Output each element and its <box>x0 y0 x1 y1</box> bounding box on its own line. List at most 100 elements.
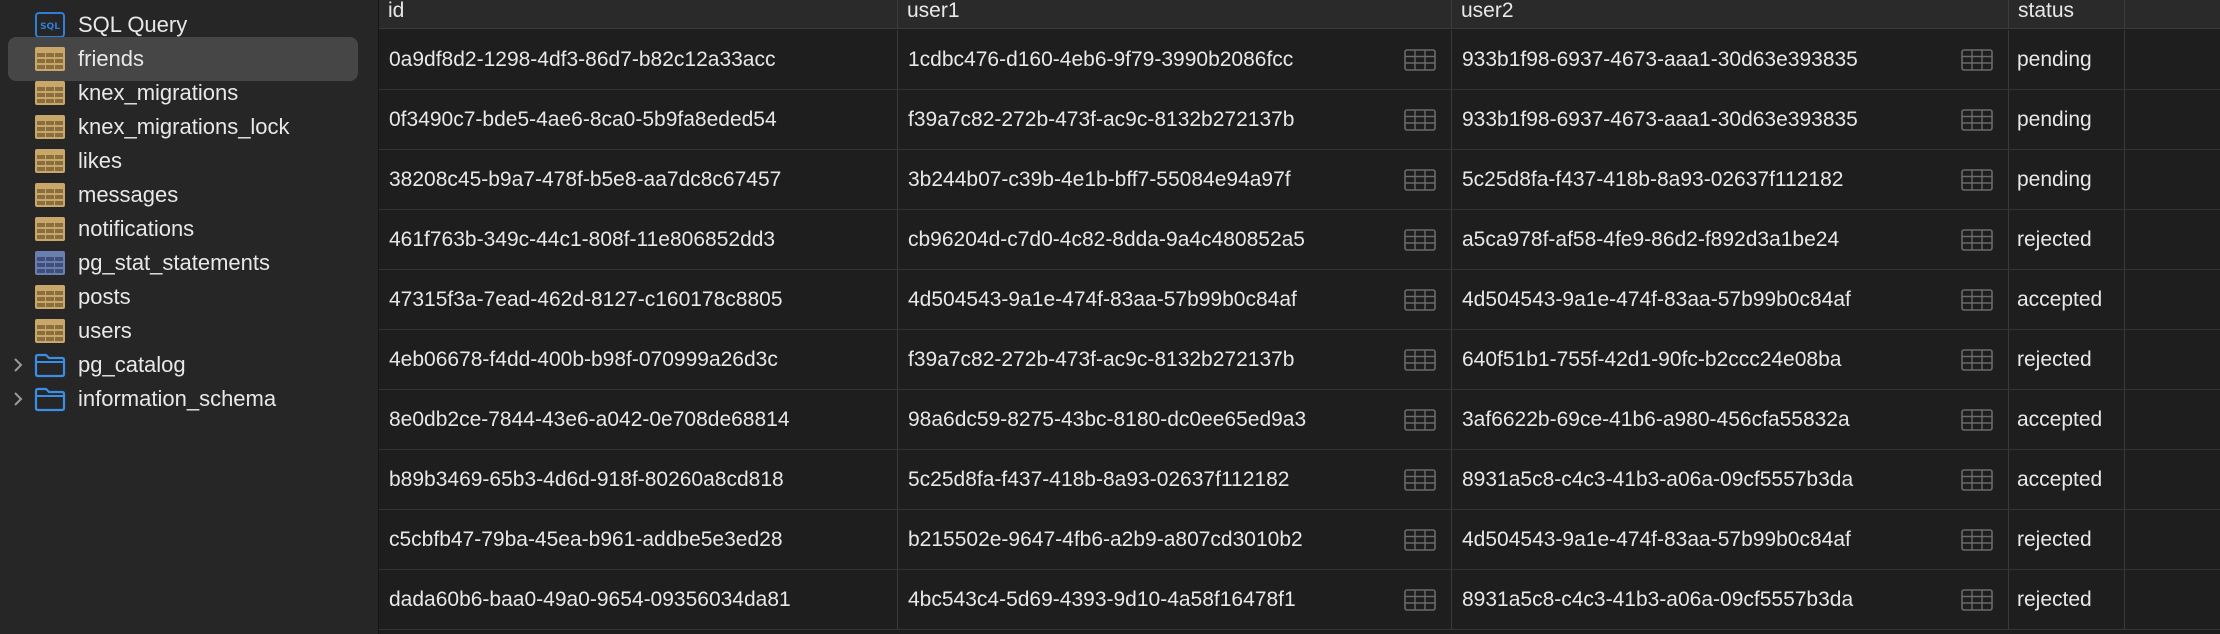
cell-user2[interactable]: 640f51b1-755f-42d1-90fc-b2ccc24e08ba <box>1452 330 2009 389</box>
cell-user2[interactable]: 4d504543-9a1e-474f-83aa-57b99b0c84af <box>1452 510 2009 569</box>
cell-user1[interactable]: 3b244b07-c39b-4e1b-bff7-55084e94a97f <box>898 150 1452 209</box>
cell-user2[interactable]: 4d504543-9a1e-474f-83aa-57b99b0c84af <box>1452 270 2009 329</box>
cell-id[interactable]: 38208c45-b9a7-478f-b5e8-aa7dc8c67457 <box>379 150 898 209</box>
cell-status[interactable]: accepted <box>2009 450 2125 509</box>
cell-id[interactable]: dada60b6-baa0-49a0-9654-09356034da81 <box>379 570 898 629</box>
chevron-right-icon[interactable] <box>10 389 26 409</box>
cell-status[interactable]: rejected <box>2009 330 2125 389</box>
foreign-key-table-icon[interactable] <box>1961 289 1993 311</box>
cell-value: 640f51b1-755f-42d1-90fc-b2ccc24e08ba <box>1462 348 1842 371</box>
cell-user1[interactable]: f39a7c82-272b-473f-ac9c-8132b272137b <box>898 90 1452 149</box>
cell-status[interactable]: pending <box>2009 150 2125 209</box>
table-row[interactable]: 47315f3a-7ead-462d-8127-c160178c8805 4d50… <box>379 270 2220 330</box>
cell-user2[interactable]: 3af6622b-69ce-41b6-a980-456cfa55832a <box>1452 390 2009 449</box>
cell-user1[interactable]: 98a6dc59-8275-43bc-8180-dc0ee65ed9a3 <box>898 390 1452 449</box>
cell-id[interactable]: 47315f3a-7ead-462d-8127-c160178c8805 <box>379 270 898 329</box>
cell-id[interactable]: 0a9df8d2-1298-4df3-86d7-b82c12a33acc <box>379 30 898 89</box>
foreign-key-table-icon[interactable] <box>1961 49 1993 71</box>
foreign-key-table-icon[interactable] <box>1961 589 1993 611</box>
status-value: pending <box>2017 108 2092 131</box>
foreign-key-table-icon[interactable] <box>1961 109 1993 131</box>
foreign-key-table-icon[interactable] <box>1961 229 1993 251</box>
cell-id[interactable]: 8e0db2ce-7844-43e6-a042-0e708de68814 <box>379 390 898 449</box>
cell-user1[interactable]: cb96204d-c7d0-4c82-8dda-9a4c480852a5 <box>898 210 1452 269</box>
cell-user2[interactable]: 933b1f98-6937-4673-aaa1-30d63e393835 <box>1452 90 2009 149</box>
cell-status[interactable]: rejected <box>2009 570 2125 629</box>
cell-user2[interactable]: 8931a5c8-c4c3-41b3-a06a-09cf5557b3da <box>1452 570 2009 629</box>
foreign-key-table-icon[interactable] <box>1404 49 1436 71</box>
cell-id[interactable]: c5cbfb47-79ba-45ea-b961-addbe5e3ed28 <box>379 510 898 569</box>
status-value: accepted <box>2017 288 2103 311</box>
status-value: accepted <box>2017 468 2103 491</box>
cell-user1[interactable]: b215502e-9647-4fb6-a2b9-a807cd3010b2 <box>898 510 1452 569</box>
cell-id[interactable]: 461f763b-349c-44c1-808f-11e806852dd3 <box>379 210 898 269</box>
cell-user1[interactable]: 4bc543c4-5d69-4393-9d10-4a58f16478f1 <box>898 570 1452 629</box>
cell-value: f39a7c82-272b-473f-ac9c-8132b272137b <box>908 108 1295 131</box>
cell-value: 1cdbc476-d160-4eb6-9f79-3990b2086fcc <box>908 48 1294 71</box>
cell-user2[interactable]: a5ca978f-af58-4fe9-86d2-f892d3a1be24 <box>1452 210 2009 269</box>
cell-user1[interactable]: 4d504543-9a1e-474f-83aa-57b99b0c84af <box>898 270 1452 329</box>
cell-user1[interactable]: 1cdbc476-d160-4eb6-9f79-3990b2086fcc <box>898 30 1452 89</box>
chevron-right-icon[interactable] <box>10 355 26 375</box>
cell-status[interactable]: rejected <box>2009 210 2125 269</box>
foreign-key-table-icon[interactable] <box>1404 349 1436 371</box>
cell-id[interactable]: b89b3469-65b3-4d6d-918f-80260a8cd818 <box>379 450 898 509</box>
cell-user1[interactable]: f39a7c82-272b-473f-ac9c-8132b272137b <box>898 330 1452 389</box>
table-icon <box>34 284 66 310</box>
table-row[interactable]: 4eb06678-f4dd-400b-b98f-070999a26d3c f39a… <box>379 330 2220 390</box>
table-icon <box>34 114 66 140</box>
table-row[interactable]: 38208c45-b9a7-478f-b5e8-aa7dc8c67457 3b24… <box>379 150 2220 210</box>
foreign-key-table-icon[interactable] <box>1961 529 1993 551</box>
foreign-key-table-icon[interactable] <box>1404 589 1436 611</box>
cell-status[interactable]: accepted <box>2009 270 2125 329</box>
foreign-key-table-icon[interactable] <box>1404 289 1436 311</box>
cell-value: 38208c45-b9a7-478f-b5e8-aa7dc8c67457 <box>389 168 782 191</box>
cell-value: 4d504543-9a1e-474f-83aa-57b99b0c84af <box>1462 528 1851 551</box>
foreign-key-table-icon[interactable] <box>1404 229 1436 251</box>
cell-user2[interactable]: 933b1f98-6937-4673-aaa1-30d63e393835 <box>1452 30 2009 89</box>
column-header-status[interactable]: status <box>2009 0 2125 28</box>
cell-value: c5cbfb47-79ba-45ea-b961-addbe5e3ed28 <box>389 528 783 551</box>
foreign-key-table-icon[interactable] <box>1404 109 1436 131</box>
table-row[interactable]: b89b3469-65b3-4d6d-918f-80260a8cd818 5c25… <box>379 450 2220 510</box>
table-header: id user1 user2 status <box>379 0 2220 29</box>
column-header-id[interactable]: id <box>379 0 898 28</box>
foreign-key-table-icon[interactable] <box>1961 349 1993 371</box>
cell-status[interactable]: pending <box>2009 90 2125 149</box>
cell-value: 0a9df8d2-1298-4df3-86d7-b82c12a33acc <box>389 48 776 71</box>
table-icon <box>34 80 66 106</box>
cell-status[interactable]: accepted <box>2009 390 2125 449</box>
column-header-user1[interactable]: user1 <box>898 0 1452 28</box>
foreign-key-table-icon[interactable] <box>1404 409 1436 431</box>
table-icon <box>34 182 66 208</box>
folder-icon <box>34 352 66 378</box>
foreign-key-table-icon[interactable] <box>1404 469 1436 491</box>
cell-value: 8931a5c8-c4c3-41b3-a06a-09cf5557b3da <box>1462 468 1854 491</box>
table-icon <box>34 46 66 72</box>
foreign-key-table-icon[interactable] <box>1404 169 1436 191</box>
cell-status[interactable]: pending <box>2009 30 2125 89</box>
cell-id[interactable]: 4eb06678-f4dd-400b-b98f-070999a26d3c <box>379 330 898 389</box>
sidebar-item-information-schema[interactable]: information_schema <box>8 377 358 421</box>
table-row[interactable]: 0f3490c7-bde5-4ae6-8ca0-5b9fa8eded54 f39a… <box>379 90 2220 150</box>
cell-value: 933b1f98-6937-4673-aaa1-30d63e393835 <box>1462 48 1858 71</box>
table-row[interactable]: 8e0db2ce-7844-43e6-a042-0e708de68814 98a6… <box>379 390 2220 450</box>
column-header-user2[interactable]: user2 <box>1452 0 2009 28</box>
table-row[interactable]: 461f763b-349c-44c1-808f-11e806852dd3 cb96… <box>379 210 2220 270</box>
foreign-key-table-icon[interactable] <box>1961 169 1993 191</box>
cell-user1[interactable]: 5c25d8fa-f437-418b-8a93-02637f112182 <box>898 450 1452 509</box>
cell-value: b215502e-9647-4fb6-a2b9-a807cd3010b2 <box>908 528 1303 551</box>
cell-value: 4eb06678-f4dd-400b-b98f-070999a26d3c <box>389 348 778 371</box>
cell-id[interactable]: 0f3490c7-bde5-4ae6-8ca0-5b9fa8eded54 <box>379 90 898 149</box>
table-row[interactable]: dada60b6-baa0-49a0-9654-09356034da81 4bc5… <box>379 570 2220 630</box>
table-row[interactable]: 0a9df8d2-1298-4df3-86d7-b82c12a33acc 1cdb… <box>379 30 2220 90</box>
cell-value: 0f3490c7-bde5-4ae6-8ca0-5b9fa8eded54 <box>389 108 777 131</box>
foreign-key-table-icon[interactable] <box>1961 469 1993 491</box>
cell-user2[interactable]: 5c25d8fa-f437-418b-8a93-02637f112182 <box>1452 150 2009 209</box>
table-row[interactable]: c5cbfb47-79ba-45ea-b961-addbe5e3ed28 b215… <box>379 510 2220 570</box>
status-value: rejected <box>2017 528 2092 551</box>
foreign-key-table-icon[interactable] <box>1961 409 1993 431</box>
foreign-key-table-icon[interactable] <box>1404 529 1436 551</box>
cell-status[interactable]: rejected <box>2009 510 2125 569</box>
cell-user2[interactable]: 8931a5c8-c4c3-41b3-a06a-09cf5557b3da <box>1452 450 2009 509</box>
